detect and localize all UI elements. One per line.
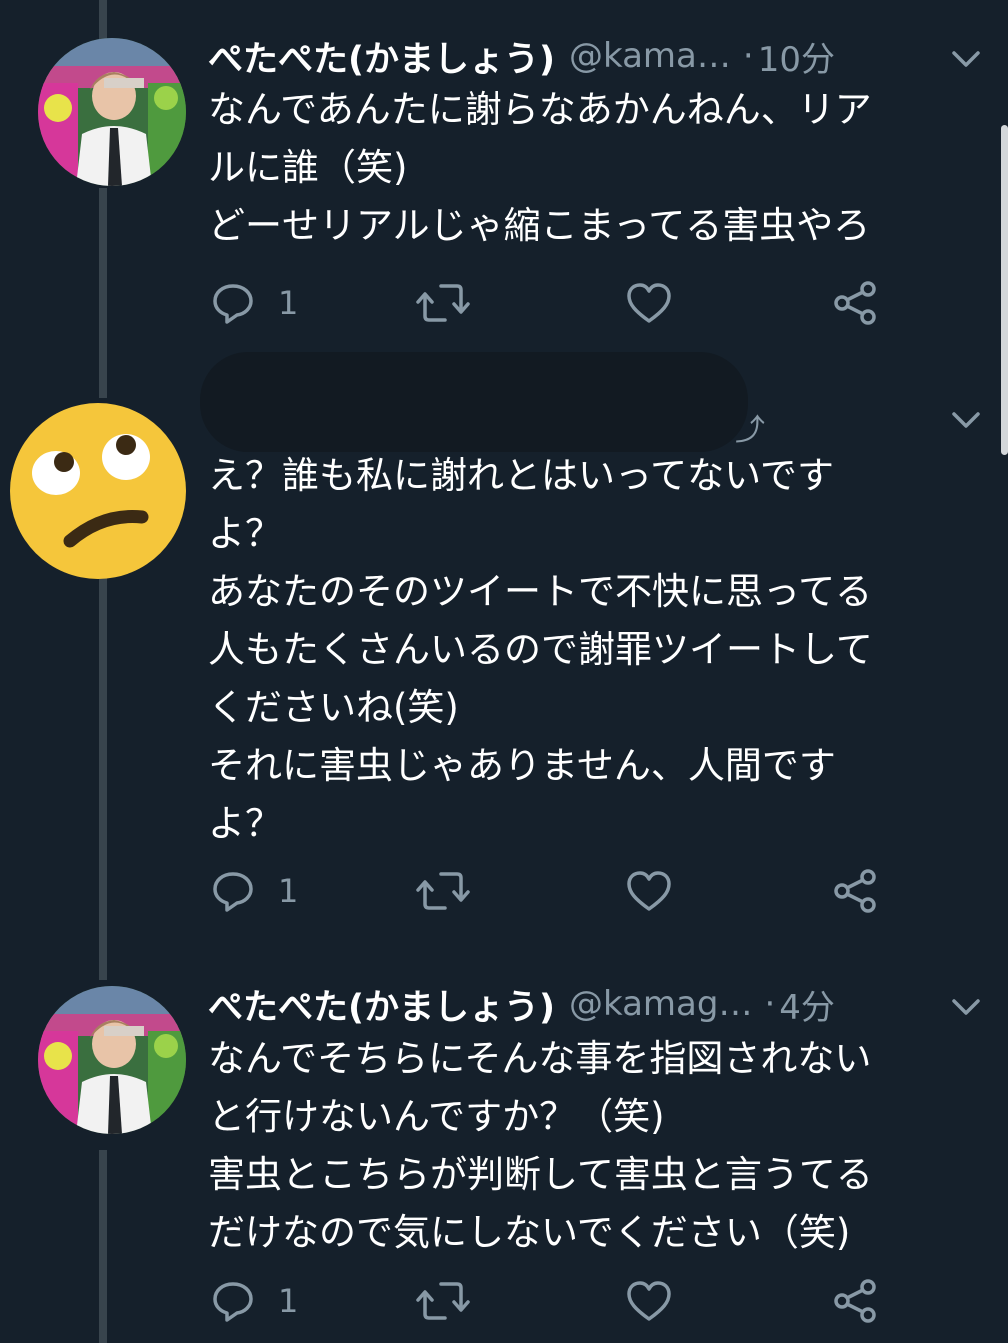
like-button[interactable] — [625, 1273, 673, 1329]
share-button[interactable] — [832, 863, 880, 919]
reply-icon — [210, 868, 256, 914]
tweet-text: え？誰も私に謝れとはいってないです よ？ あなたのそのツイートで不快に思ってる … — [208, 447, 968, 853]
like-icon — [625, 280, 673, 326]
avatar[interactable] — [38, 986, 186, 1134]
avatar[interactable] — [8, 401, 188, 581]
chevron-down-icon[interactable] — [948, 44, 984, 74]
reply-icon — [210, 280, 256, 326]
reply-count: 1 — [278, 1282, 299, 1320]
separator-dot: · — [764, 984, 776, 1024]
like-button[interactable] — [625, 863, 673, 919]
like-button[interactable] — [625, 275, 673, 331]
timestamp[interactable]: 10分 — [758, 32, 835, 81]
thread-line-2 — [99, 530, 107, 980]
tweet-line: よ？ — [208, 512, 282, 555]
tweet-actions: 1 — [210, 1273, 910, 1329]
reply-button[interactable]: 1 — [210, 863, 298, 919]
separator-dot: · — [742, 36, 754, 76]
tweet-line: それに害虫じゃありません、人間です — [208, 744, 836, 787]
tweet-header: ぺたぺた(かましょう) @kama… · 10分 — [208, 30, 835, 82]
user-handle[interactable]: @kamag… — [569, 984, 752, 1024]
retweet-icon — [415, 1278, 471, 1324]
user-handle[interactable]: @kama… — [569, 36, 731, 76]
retweet-icon — [415, 868, 471, 914]
retweet-button[interactable] — [415, 863, 471, 919]
partial-glyph: ⤴ — [735, 413, 765, 448]
tweet-actions: 1 — [210, 275, 910, 331]
tweet-line: ルに誰（笑) — [208, 146, 408, 189]
share-icon — [832, 868, 880, 914]
tweet-line: え？誰も私に謝れとはいってないです — [208, 454, 835, 497]
tweet-line: 人もたくさんいるので謝罪ツイートして — [208, 628, 873, 671]
reply-button[interactable]: 1 — [210, 275, 298, 331]
retweet-button[interactable] — [415, 275, 471, 331]
tweet-header: ぺたぺた(かましょう) @kamag… · 4分 — [208, 978, 835, 1030]
reply-icon — [210, 1278, 256, 1324]
tweet-text: なんでそちらにそんな事を指図されない と行けないんですか？（笑) 害虫とこちらが… — [208, 1030, 968, 1262]
thread-line-top — [99, 0, 107, 40]
chevron-down-icon[interactable] — [948, 992, 984, 1022]
tweet-line: と行けないんですか？（笑) — [208, 1095, 665, 1138]
tweet-line: どーせリアルじゃ縮こまってる害虫やろ — [208, 204, 871, 247]
tweet-line: だけなので気にしないでください（笑) — [208, 1211, 851, 1254]
tweet-actions: 1 — [210, 863, 910, 919]
tweet-text: なんであんたに謝らなあかんねん、リア ルに誰（笑) どーせリアルじゃ縮こまってる… — [208, 81, 968, 255]
thread-line-1 — [99, 188, 107, 398]
reply-count: 1 — [278, 872, 299, 910]
share-icon — [832, 1278, 880, 1324]
avatar[interactable] — [38, 38, 186, 186]
display-name[interactable]: ぺたぺた(かましょう) — [208, 31, 555, 82]
redacted-header — [200, 352, 748, 452]
reply-button[interactable]: 1 — [210, 1273, 298, 1329]
retweet-icon — [415, 280, 471, 326]
reply-count: 1 — [278, 284, 299, 322]
tweet-line: 害虫とこちらが判断して害虫と言うてる — [208, 1153, 873, 1196]
share-icon — [832, 280, 880, 326]
chevron-down-icon[interactable] — [948, 405, 984, 435]
share-button[interactable] — [832, 1273, 880, 1329]
timestamp[interactable]: 4分 — [779, 980, 835, 1029]
tweet-line: なんであんたに謝らなあかんねん、リア — [208, 88, 872, 131]
tweet-line: なんでそちらにそんな事を指図されない — [208, 1037, 872, 1080]
display-name[interactable]: ぺたぺた(かましょう) — [208, 979, 555, 1030]
like-icon — [625, 1278, 673, 1324]
tweet-line: よ？ — [208, 802, 282, 845]
like-icon — [625, 868, 673, 914]
tweet-line: くださいね(笑) — [208, 686, 459, 729]
thread-line-3 — [99, 1150, 107, 1343]
share-button[interactable] — [832, 275, 880, 331]
scrollbar[interactable] — [1001, 125, 1008, 455]
tweet-line: あなたのそのツイートで不快に思ってる — [208, 570, 873, 613]
retweet-button[interactable] — [415, 1273, 471, 1329]
